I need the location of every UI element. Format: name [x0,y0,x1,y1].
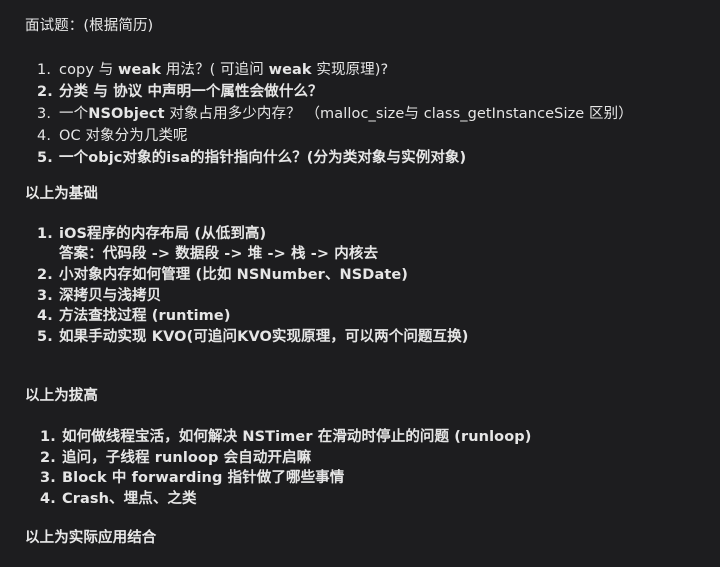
item-number: 2. [37,267,53,283]
item-number: 3. [40,470,56,486]
item-text: 方法查找过程 (runtime) [59,308,231,324]
item-number: 5. [37,150,53,166]
item-text-bold: weak [118,62,162,78]
list-item: 2. 追问，子线程 runloop 会自动开启嘛 [40,448,311,468]
item-number: 1. [37,62,52,78]
list-item: 1. copy 与 weak 用法？( 可追问 weak 实现原理)? [37,60,388,80]
item-number: 1. [40,429,56,445]
item-text: OC 对象分为几类呢 [59,128,188,144]
list-item: 1. 如何做线程宝活，如何解决 NSTimer 在滑动时停止的问题 (runloo… [40,427,532,447]
list-item: 4. Crash、埋点、之类 [40,489,197,509]
item-number: 1. [37,226,53,242]
list-item: 5. 如果手动实现 KVO(可追问KVO实现原理，可以两个问题互换) [37,327,468,347]
item-text: 小对象内存如何管理 (比如 NSNumber、NSDate) [59,267,409,283]
list-item: 4. 方法查找过程 (runtime) [37,306,231,326]
item-text-part: 一个 [59,106,89,122]
answer-text: 答案：代码段 -> 数据段 -> 堆 -> 栈 -> 内核去 [59,246,379,262]
document-page: 面试题：(根据简历) 1. copy 与 weak 用法？( 可追问 weak 实… [0,0,720,567]
item-text: Crash、埋点、之类 [62,491,197,507]
item-text: 一个objc对象的isa的指针指向什么？(分为类对象与实例对象) [59,150,467,166]
list-item: 1. iOS程序的内存布局 (从低到高) [37,224,266,244]
list-item: 5. 一个objc对象的isa的指针指向什么？(分为类对象与实例对象) [37,148,466,168]
item-number: 4. [37,308,53,324]
list-item: 3. 一个NSObject 对象占用多少内存？ （malloc_size与 cla… [37,104,633,124]
intro-heading: 面试题：(根据简历) [25,18,154,34]
item-text: iOS程序的内存布局 (从低到高) [59,226,267,242]
list-item: 3. Block 中 forwarding 指针做了哪些事情 [40,468,344,488]
item-text: Block 中 forwarding 指针做了哪些事情 [62,470,345,486]
item-number: 3. [37,288,53,304]
item-text: 深拷贝与浅拷贝 [59,288,162,304]
item-text: 如果手动实现 KVO(可追问KVO实现原理，可以两个问题互换) [59,329,469,345]
item-number: 2. [40,450,56,466]
item-text: 分类 与 协议 中声明一个属性会做什么？ [59,84,323,100]
answer-line: 答案：代码段 -> 数据段 -> 堆 -> 栈 -> 内核去 [59,244,378,264]
item-text-part: 实现原理)? [311,62,389,78]
item-text-bold: NSObject [88,106,165,122]
item-text-part: 对象占用多少内存？ （malloc_size与 class_getInstanc… [164,106,633,122]
list-item: 4. OC 对象分为几类呢 [37,126,188,146]
item-number: 2. [37,84,53,100]
item-number: 4. [37,128,52,144]
item-number: 4. [40,491,56,507]
section-footer: 以上为实际应用结合 [25,530,157,546]
section-footer: 以上为拔高 [25,388,98,404]
list-item: 2. 小对象内存如何管理 (比如 NSNumber、NSDate) [37,265,408,285]
item-text: 如何做线程宝活，如何解决 NSTimer 在滑动时停止的问题 (runloop) [62,429,532,445]
section-footer: 以上为基础 [25,186,98,202]
item-text-part: copy 与 [59,62,119,78]
item-number: 3. [37,106,52,122]
item-number: 5. [37,329,53,345]
list-item: 3. 深拷贝与浅拷贝 [37,286,161,306]
list-item: 2. 分类 与 协议 中声明一个属性会做什么？ [37,82,323,102]
item-text-part: 用法？( 可追问 [161,62,269,78]
item-text: 追问，子线程 runloop 会自动开启嘛 [62,450,312,466]
item-text-bold: weak [268,62,312,78]
